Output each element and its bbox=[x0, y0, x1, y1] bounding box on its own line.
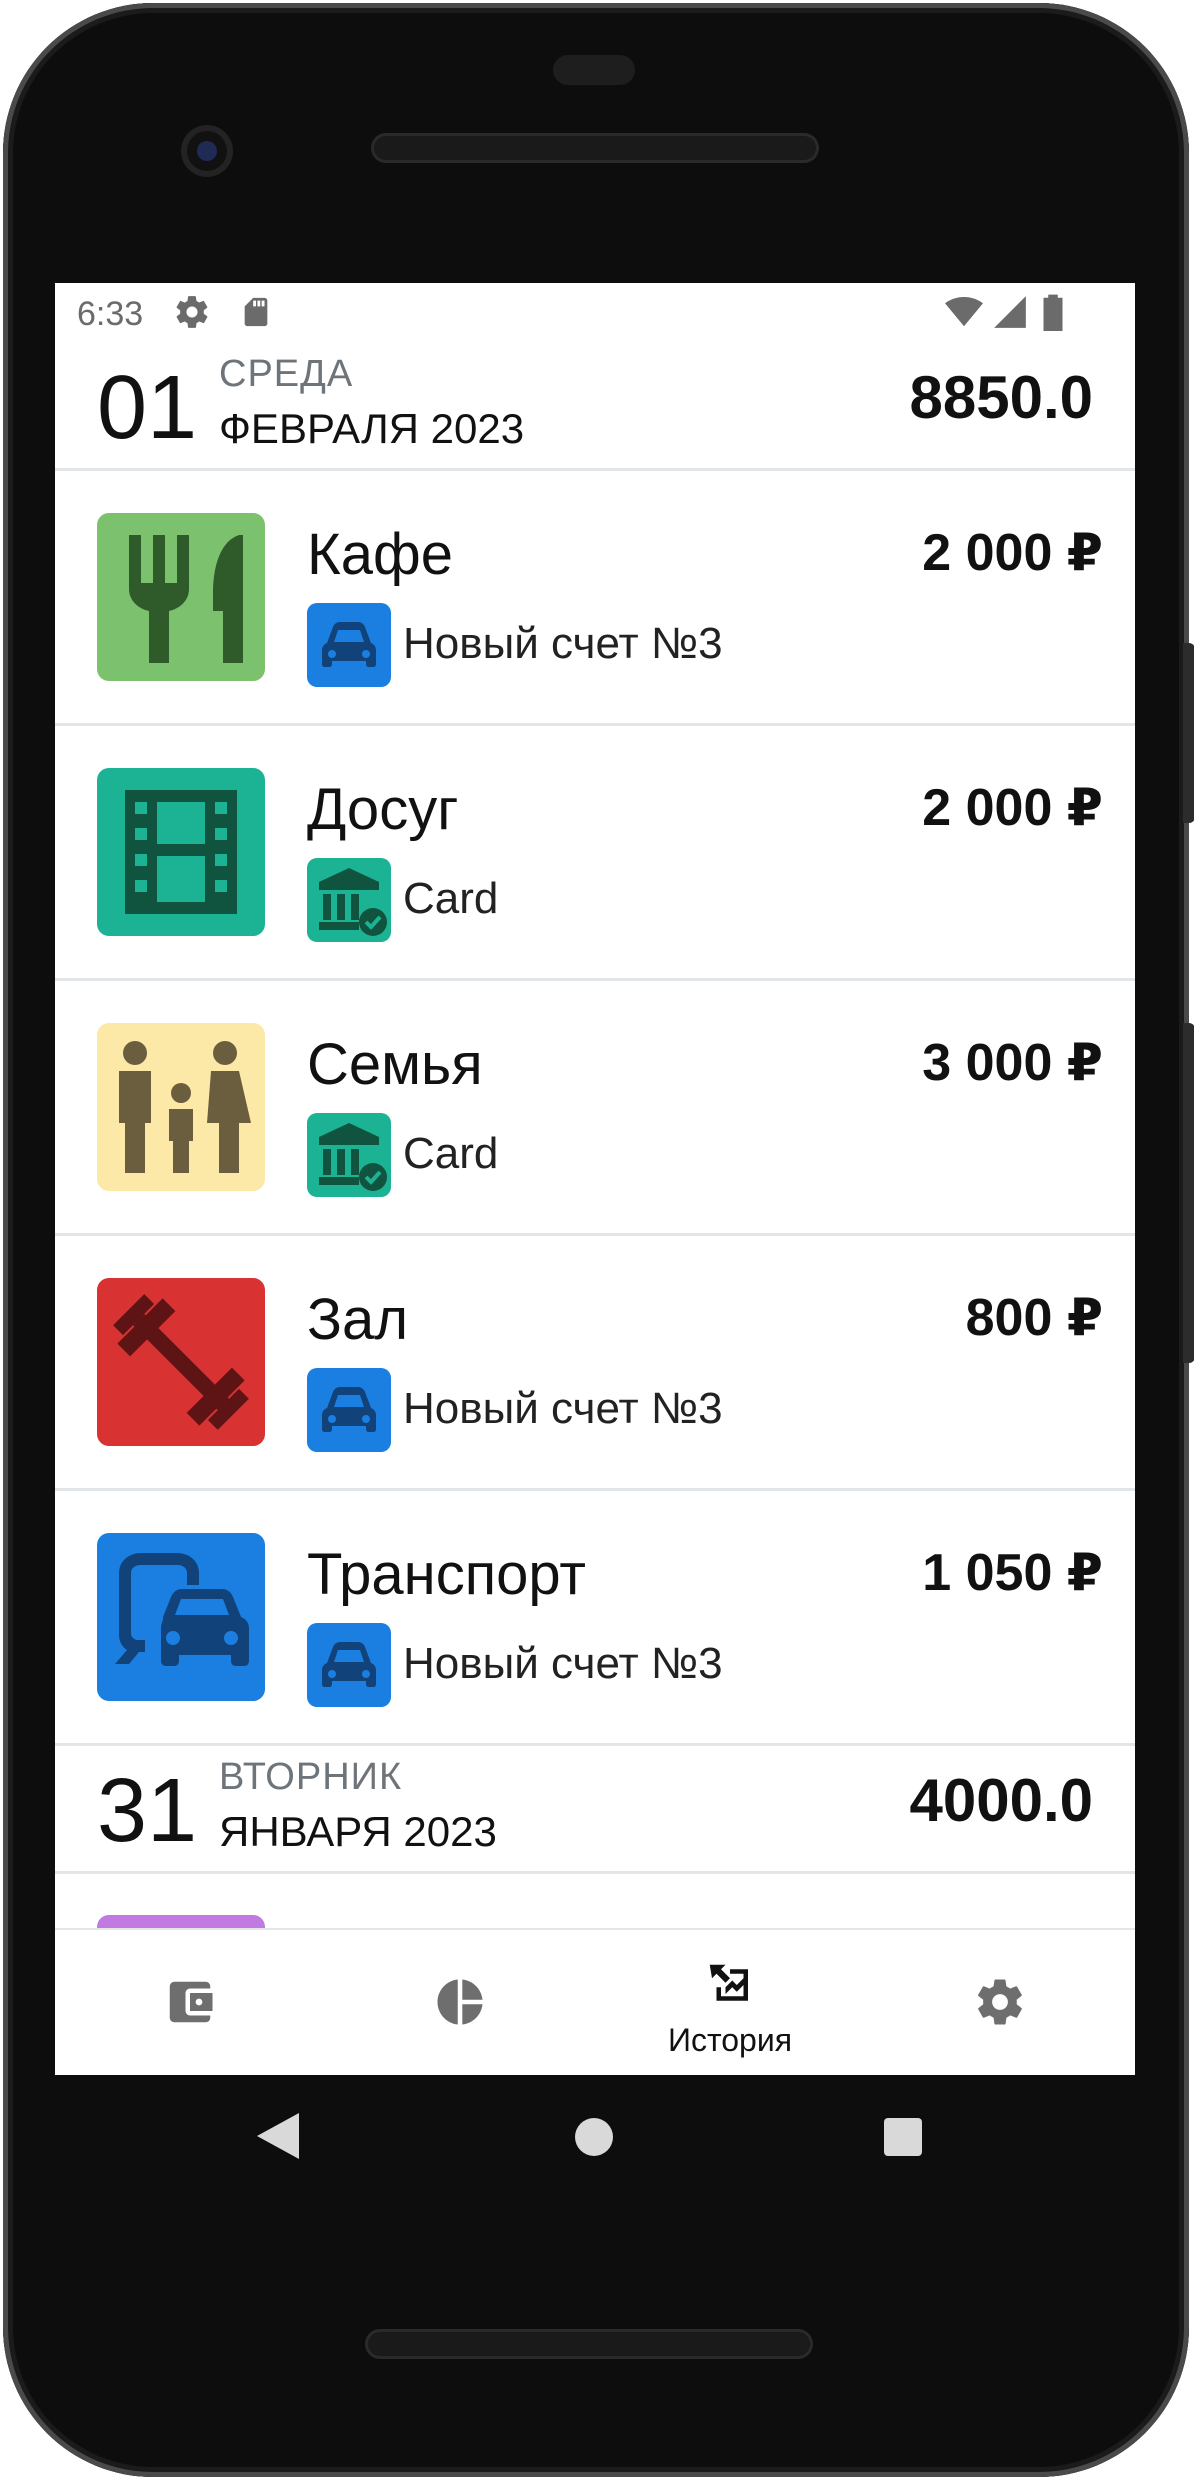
date-weekday: ВТОРНИК bbox=[219, 1756, 403, 1798]
gear-icon bbox=[978, 1979, 1022, 2025]
bottom-speaker bbox=[365, 2329, 813, 2359]
nav-history[interactable]: История bbox=[595, 1930, 865, 2075]
date-header: 31 ВТОРНИК ЯНВАРЯ 2023 4000.0 bbox=[55, 1746, 1135, 1874]
recents-icon[interactable] bbox=[883, 2117, 923, 2162]
car-icon bbox=[307, 1623, 391, 1707]
transaction-amount: 1 050 ₽ bbox=[922, 1544, 1103, 1602]
transaction-amount: 2 000 ₽ bbox=[922, 524, 1103, 582]
transport-icon bbox=[97, 1533, 265, 1701]
transaction-amount: 2 000 ₽ bbox=[922, 779, 1103, 837]
bottom-navigation: История bbox=[55, 1928, 1135, 2075]
film-icon bbox=[97, 768, 265, 936]
bank-icon bbox=[307, 858, 391, 942]
date-month-year: ЯНВАРЯ 2023 bbox=[219, 1808, 497, 1855]
transaction-row[interactable]: Досуг 2 000 ₽ Card bbox=[55, 726, 1135, 981]
transaction-account: Новый счет №3 bbox=[403, 1639, 723, 1688]
transaction-account: Новый счет №3 bbox=[403, 619, 723, 668]
sd-card-icon bbox=[239, 293, 273, 340]
bank-icon bbox=[307, 1113, 391, 1197]
status-bar: 6:33 bbox=[55, 283, 1135, 343]
transaction-category: Семья bbox=[307, 1032, 483, 1097]
transaction-category: Досуг bbox=[307, 777, 459, 842]
pie-chart-icon bbox=[437, 1979, 483, 2025]
gear-icon bbox=[173, 293, 211, 340]
signal-icon bbox=[991, 293, 1029, 340]
date-weekday: СРЕДА bbox=[219, 353, 354, 395]
power-button bbox=[1183, 643, 1194, 823]
nav-accounts[interactable] bbox=[55, 1930, 325, 2075]
volume-button bbox=[1183, 1023, 1194, 1363]
front-camera bbox=[181, 125, 233, 177]
date-header: 01 СРЕДА ФЕВРАЛЯ 2023 8850.0 bbox=[55, 343, 1135, 471]
wifi-icon bbox=[943, 293, 985, 340]
date-month-year: ФЕВРАЛЯ 2023 bbox=[219, 405, 525, 452]
transaction-account: Card bbox=[403, 1129, 499, 1178]
nav-statistics[interactable] bbox=[325, 1930, 595, 2075]
transaction-row[interactable]: Зал 800 ₽ Новый счет №3 bbox=[55, 1236, 1135, 1491]
top-speaker bbox=[371, 133, 819, 163]
car-icon bbox=[307, 603, 391, 687]
transaction-row[interactable]: Транспорт 1 050 ₽ Новый счет №3 bbox=[55, 1491, 1135, 1746]
status-time: 6:33 bbox=[77, 295, 144, 333]
date-day: 01 bbox=[97, 358, 198, 458]
car-icon bbox=[307, 1368, 391, 1452]
phone-frame: 6:33 01 СРЕДА ФЕВРАЛЯ 2023 8850.0 Кафе 2… bbox=[3, 3, 1194, 2477]
battery-icon bbox=[1041, 293, 1065, 340]
transaction-amount: 800 ₽ bbox=[965, 1289, 1103, 1347]
dumbbell-icon bbox=[97, 1278, 265, 1446]
history-icon bbox=[709, 1964, 748, 2001]
transaction-row[interactable]: Кафе 2 000 ₽ Новый счет №3 bbox=[55, 471, 1135, 726]
transaction-amount: 3 000 ₽ bbox=[922, 1034, 1103, 1092]
earpiece bbox=[553, 55, 635, 85]
day-total: 8850.0 bbox=[909, 364, 1093, 431]
transaction-account: Новый счет №3 bbox=[403, 1384, 723, 1433]
transaction-row[interactable]: Семья 3 000 ₽ Card bbox=[55, 981, 1135, 1236]
transaction-category: Кафе bbox=[307, 522, 454, 587]
nav-settings[interactable] bbox=[865, 1930, 1135, 2075]
nav-history-label: История bbox=[667, 2022, 793, 2058]
wallet-icon bbox=[169, 1981, 213, 2023]
transaction-category: Зал bbox=[307, 1287, 409, 1352]
transaction-account: Card bbox=[403, 874, 499, 923]
screen: 6:33 01 СРЕДА ФЕВРАЛЯ 2023 8850.0 Кафе 2… bbox=[55, 283, 1135, 2075]
home-icon[interactable] bbox=[574, 2117, 614, 2162]
family-icon bbox=[97, 1023, 265, 1191]
transaction-category: Транспорт bbox=[307, 1542, 586, 1607]
fork-knife-icon bbox=[97, 513, 265, 681]
date-day: 31 bbox=[97, 1761, 198, 1861]
day-total: 4000.0 bbox=[909, 1767, 1093, 1834]
back-icon[interactable] bbox=[255, 2111, 301, 2166]
